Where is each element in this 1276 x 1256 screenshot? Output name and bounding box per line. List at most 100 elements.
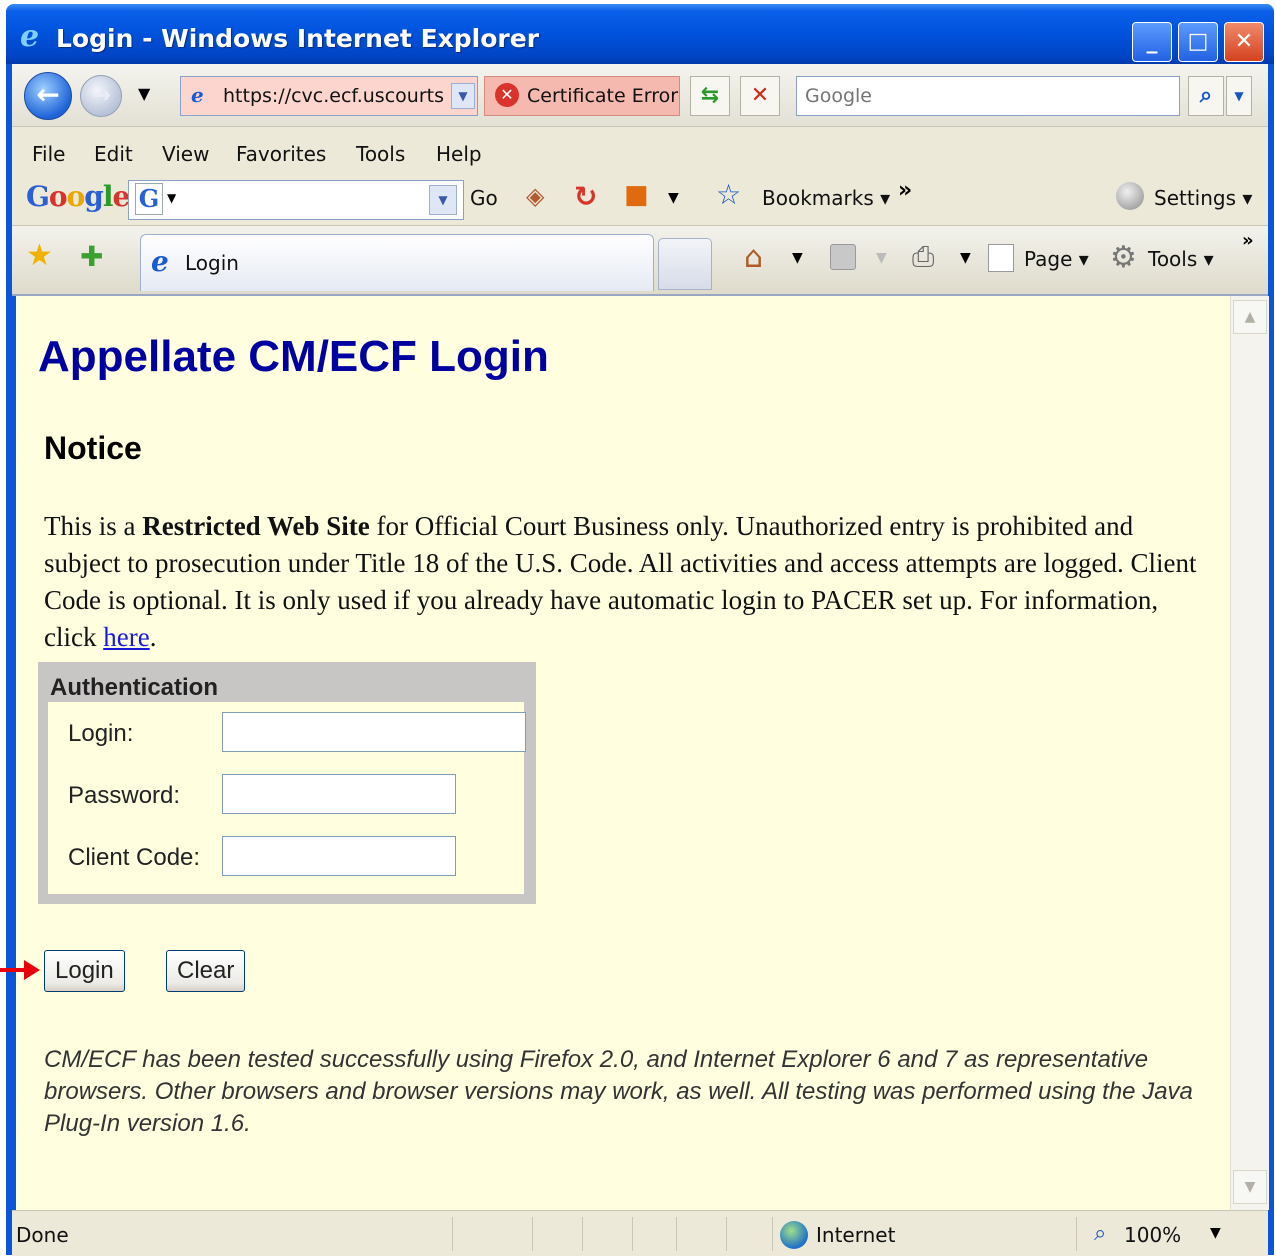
title-bar: e Login - Windows Internet Explorer _ □ … [6,4,1274,64]
bookmarks-label: Bookmarks [762,186,874,210]
forward-button[interactable]: → [80,75,122,117]
security-zone-text[interactable]: Internet [816,1223,895,1247]
scroll-up-arrow-icon[interactable]: ▲ [1233,300,1267,334]
status-divider [676,1217,677,1251]
minimize-button[interactable]: _ [1132,22,1172,62]
add-favorites-icon[interactable]: ✚ [80,240,103,273]
settings-wrench-icon [1116,182,1144,210]
page-content: Appellate CM/ECF Login Notice This is a … [16,296,1230,1210]
vertical-scrollbar[interactable]: ▲ ▼ [1230,296,1269,1210]
home-icon[interactable]: ⌂ [744,240,763,275]
status-divider [582,1217,583,1251]
annotation-arrow-head [24,960,40,980]
url-text: https://cvc.ecf.uscourts [223,85,444,107]
status-text: Done [16,1223,69,1247]
page-menu-button[interactable]: Page ▾ [1024,247,1089,271]
menu-edit[interactable]: Edit [94,142,133,166]
popup-blocker-icon[interactable]: ■ [624,180,649,210]
page-title: Appellate CM/ECF Login [38,332,549,381]
window-title: Login - Windows Internet Explorer [56,24,540,53]
settings-button[interactable]: Settings ▾ [1154,186,1252,210]
feeds-icon[interactable] [830,244,856,270]
status-divider [1076,1217,1077,1251]
authentication-fieldset: Authentication Login: Password: Client C… [38,662,536,904]
info-link[interactable]: here [103,622,149,652]
ie-tab-icon: e [151,245,169,278]
client-code-label: Client Code: [68,844,201,871]
clear-button[interactable]: Clear [166,950,246,992]
search-options-dropdown-icon[interactable]: ▼ [1226,76,1252,116]
menu-favorites[interactable]: Favorites [236,142,326,166]
login-button[interactable]: Login [44,950,125,992]
internet-zone-globe-icon [780,1221,808,1249]
google-menu-dropdown-icon[interactable]: ▼ [167,191,176,205]
print-dropdown-icon[interactable]: ▼ [960,250,971,266]
close-button[interactable]: ✕ [1224,22,1264,62]
notice-suffix: . [149,622,157,652]
login-input[interactable] [222,712,526,752]
page-menu-label: Page [1024,247,1073,271]
zoom-level[interactable]: 100% [1124,1223,1181,1247]
settings-label: Settings [1154,186,1237,210]
home-dropdown-icon[interactable]: ▼ [792,250,803,266]
back-button[interactable]: ← [24,72,72,120]
annotation-arrow-shaft [0,968,26,972]
certificate-error-label: Certificate Error [527,85,679,107]
authentication-legend: Authentication [50,674,218,701]
status-divider [726,1217,727,1251]
authentication-inner: Login: Password: Client Code: [48,702,526,894]
search-icon[interactable]: ⌕ [1188,76,1224,116]
spellcheck-icon[interactable]: ↻ [574,180,597,213]
pagerank-icon[interactable]: ◈ [526,182,544,210]
tab-login[interactable]: e Login [140,234,654,291]
login-label: Login: [68,720,134,747]
popup-dropdown-icon[interactable]: ▼ [668,190,679,206]
password-label: Password: [68,782,181,809]
refresh-button[interactable]: ⇆ [690,76,730,116]
feeds-dropdown-icon: ▼ [876,250,887,266]
shield-error-icon: ✕ [495,83,519,107]
password-input[interactable] [222,774,456,814]
recent-pages-dropdown-icon[interactable]: ▼ [138,84,150,103]
tools-menu-button[interactable]: Tools ▾ [1148,247,1214,271]
new-tab-button[interactable] [658,238,712,290]
print-icon[interactable]: ⎙ [912,240,934,274]
page-icon: e [191,83,204,107]
status-divider [772,1217,773,1251]
menu-tools[interactable]: Tools [356,142,405,166]
google-logo: Google [26,180,130,213]
google-g-icon: G [135,183,163,215]
maximize-button[interactable]: □ [1178,22,1218,62]
menu-help[interactable]: Help [436,142,482,166]
scroll-down-arrow-icon[interactable]: ▼ [1233,1170,1267,1204]
tab-label: Login [185,251,239,275]
status-divider [532,1217,533,1251]
menu-file[interactable]: File [32,142,65,166]
search-box[interactable] [796,76,1180,116]
menu-view[interactable]: View [162,142,209,166]
status-bar: Done Internet ⌕ 100% ▼ [12,1210,1268,1256]
bookmarks-star-icon: ☆ [716,178,742,211]
favorites-center-icon[interactable]: ★ [26,238,53,273]
notice-heading: Notice [44,430,142,466]
status-divider [452,1217,453,1251]
google-search-box[interactable]: G ▼ ▼ [128,180,464,220]
address-dropdown-icon[interactable]: ▼ [451,83,475,109]
certificate-error-button[interactable]: ✕ Certificate Error [484,76,680,116]
notice-bold: Restricted Web Site [142,511,370,541]
client-code-input[interactable] [222,836,456,876]
zoom-magnifier-icon: ⌕ [1094,1221,1107,1246]
bookmarks-button[interactable]: Bookmarks ▾ [762,186,890,210]
google-go-button[interactable]: Go [470,186,498,210]
command-overflow-icon[interactable]: » [1242,230,1254,251]
status-divider [632,1217,633,1251]
stop-button[interactable]: ✕ [740,76,780,116]
browser-compatibility-note: CM/ECF has been tested successfully usin… [44,1046,1193,1137]
address-bar[interactable]: e https://cvc.ecf.uscourts ▼ [180,76,478,116]
tools-menu-label: Tools [1148,247,1198,271]
zoom-dropdown-icon[interactable]: ▼ [1210,1225,1221,1241]
search-input[interactable] [803,79,1167,113]
google-search-dropdown-icon[interactable]: ▼ [429,185,457,215]
tools-gear-icon: ⚙ [1110,240,1137,275]
toolbar-overflow-icon[interactable]: » [898,178,912,203]
